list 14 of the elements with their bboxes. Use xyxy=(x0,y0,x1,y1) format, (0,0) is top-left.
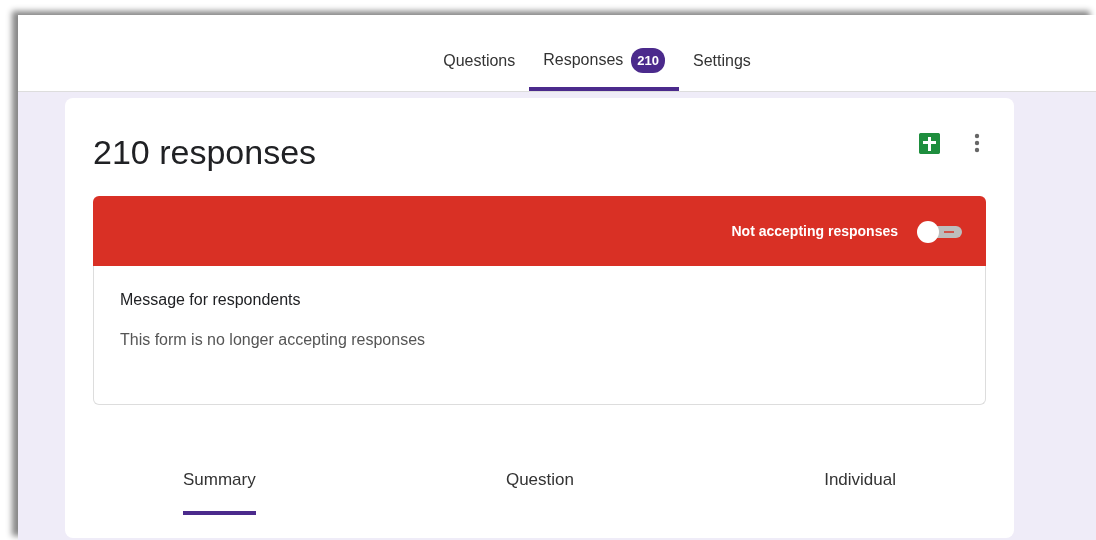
nav-tab[interactable]: Responses 210 xyxy=(529,47,679,91)
accepting-label: Not accepting responses xyxy=(731,221,898,241)
view-tab[interactable]: Question xyxy=(505,467,574,515)
accepting-toggle[interactable] xyxy=(916,219,964,243)
nav-tab[interactable]: Questions xyxy=(429,49,530,91)
count-badge: 210 xyxy=(631,47,665,73)
view-tab[interactable]: Individual xyxy=(824,467,896,515)
more-options-icon[interactable] xyxy=(974,133,980,153)
message-field[interactable]: This form is no longer accepting responses xyxy=(120,312,959,360)
message-label: Message for respondents xyxy=(120,290,302,310)
nav-tab[interactable]: Settings xyxy=(679,49,765,91)
responses-title: 210 responses xyxy=(93,132,317,173)
spreadsheet-icon[interactable] xyxy=(919,132,940,154)
view-tab[interactable]: Summary xyxy=(183,467,256,515)
